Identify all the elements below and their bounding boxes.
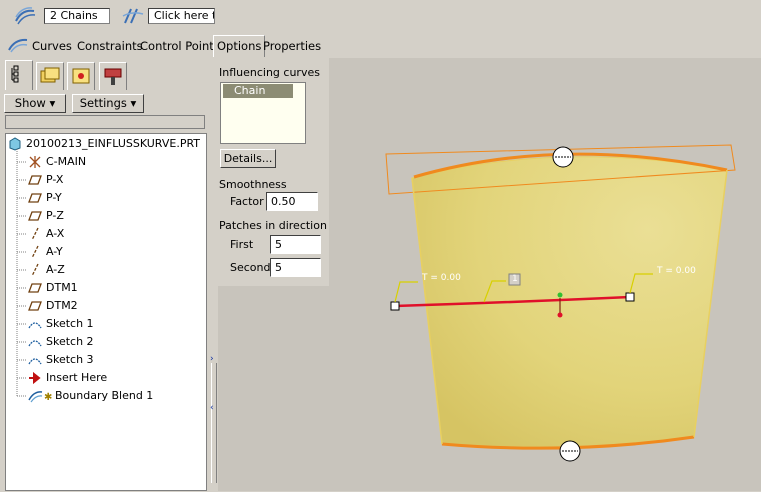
second-direction-chains-field[interactable]: Click here t (148, 8, 215, 24)
show-menu-button[interactable]: Show ▾ (4, 94, 66, 113)
tree-item-label: Sketch 3 (46, 353, 94, 366)
datum-axis-icon (28, 245, 42, 259)
factor-label: Factor (230, 195, 264, 208)
tree-item-label: A-Z (46, 263, 65, 276)
second-label: Second (230, 261, 271, 274)
curve-end-handle[interactable] (625, 292, 635, 302)
tree-item-label: Insert Here (46, 371, 108, 384)
first-direction-icon[interactable] (14, 7, 36, 28)
tree-item-label: C-MAIN (46, 155, 87, 168)
factor-input[interactable]: 0.50 (266, 192, 318, 211)
favorites-icon (72, 68, 90, 84)
tab-options[interactable]: Options (213, 35, 266, 57)
left-param-label[interactable]: T = 0.00 (422, 273, 461, 283)
tree-item-label: P-Z (46, 209, 64, 222)
influencing-curve-chain-item[interactable]: Chain (223, 84, 293, 98)
splitter-grip[interactable] (211, 363, 217, 483)
datum-plane-icon (28, 281, 42, 295)
collapse-arrow-icon[interactable]: ‹ (210, 403, 214, 413)
show-menu-label: Show (14, 96, 46, 110)
influencing-curves-list[interactable]: Chain (220, 82, 306, 144)
tree-item-label: P-Y (46, 191, 62, 204)
settings-menu-label: Settings (79, 96, 127, 110)
top-chain-handle[interactable] (552, 146, 574, 168)
tree-item-label: Boundary Blend 1 (55, 389, 154, 402)
csys-icon (28, 155, 42, 169)
boundary-blend-surface[interactable] (411, 156, 728, 449)
curves-tab-icon (8, 37, 28, 56)
sketch-icon (28, 335, 42, 349)
chain-bar: 2 Chains Click here t (0, 0, 761, 32)
midpoint-green-dot (557, 292, 563, 298)
second-patches-input[interactable]: 5 (270, 258, 321, 277)
dashboard-tabs: Curves Constraints Control Points Option… (0, 34, 761, 58)
folder-browser-tab[interactable] (36, 62, 64, 90)
tab-constraints[interactable]: Constraints (77, 38, 143, 54)
curve-tag-label: 1 (512, 274, 518, 284)
patches-in-direction-label: Patches in direction (219, 219, 327, 232)
part-icon (8, 137, 22, 151)
bottom-chain-handle[interactable] (559, 440, 581, 462)
boundary-blend-icon: ✱ (28, 389, 54, 403)
tab-properties[interactable]: Properties (263, 38, 321, 54)
datum-axis-icon (28, 263, 42, 277)
datum-plane-icon (28, 299, 42, 313)
curve-start-handle[interactable] (390, 301, 400, 311)
second-direction-icon[interactable] (122, 7, 144, 28)
favorites-tab[interactable] (67, 62, 95, 90)
first-direction-chains-field[interactable]: 2 Chains (44, 8, 110, 24)
tab-control-points[interactable]: Control Points (140, 38, 220, 54)
sketch-icon (28, 353, 42, 367)
datum-plane-icon (28, 173, 42, 187)
tree-item-label: 20100213_EINFLUSSKURVE.PRT (26, 137, 201, 150)
tree-item-label: P-X (46, 173, 64, 186)
expand-arrow-icon[interactable]: › (210, 354, 214, 364)
tree-column-header (5, 115, 205, 129)
tools-icon (104, 68, 122, 85)
tree-item-label: A-X (46, 227, 65, 240)
datum-plane-icon (28, 209, 42, 223)
right-param-label[interactable]: T = 0.00 (657, 266, 696, 276)
tree-item-label: Sketch 1 (46, 317, 94, 330)
svg-text:✱: ✱ (44, 392, 52, 403)
first-label: First (230, 238, 254, 251)
datum-plane-icon (28, 191, 42, 205)
options-panel: Influencing curves Chain Details... Smoo… (212, 58, 329, 286)
tab-curves[interactable]: Curves (32, 38, 72, 54)
details-button[interactable]: Details... (220, 149, 276, 168)
folder-icon (40, 67, 60, 83)
model-tree: 20100213_EINFLUSSKURVE.PRT C-MAIN P-X P-… (5, 133, 207, 491)
sketch-icon (28, 317, 42, 331)
model-tree-tab[interactable] (5, 60, 33, 90)
model-tree-icon (11, 65, 19, 83)
tree-item-label: A-Y (46, 245, 63, 258)
midpoint-red-dot (557, 312, 563, 318)
smoothness-label: Smoothness (219, 178, 287, 191)
first-patches-input[interactable]: 5 (270, 235, 321, 254)
datum-axis-icon (28, 227, 42, 241)
tree-item-label: DTM2 (46, 299, 78, 312)
insert-arrow-icon (28, 371, 42, 385)
tree-item-label: Sketch 2 (46, 335, 94, 348)
left-param-leader (394, 281, 418, 303)
connections-tab[interactable] (99, 62, 127, 90)
influencing-curves-label: Influencing curves (219, 66, 320, 79)
settings-menu-button[interactable]: Settings ▾ (72, 94, 144, 113)
tree-item-label: DTM1 (46, 281, 78, 294)
